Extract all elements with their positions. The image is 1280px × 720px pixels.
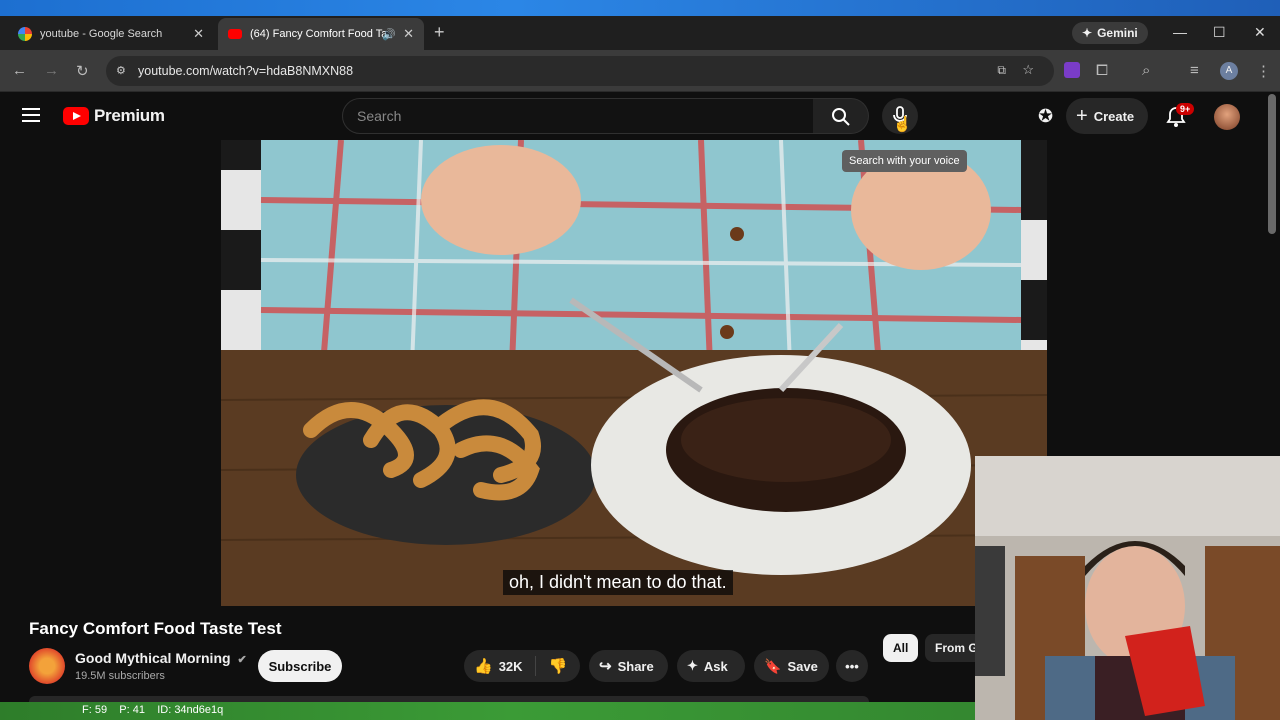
tab-google-search[interactable]: youtube - Google Search ✕ xyxy=(8,18,214,50)
hamburger-menu-icon[interactable] xyxy=(22,108,40,126)
bookmark-star-icon[interactable]: ☆ xyxy=(1022,62,1034,78)
thumbs-up-icon: 👍 xyxy=(474,658,493,675)
bookmark-icon: 🔖 xyxy=(764,657,782,674)
chip-all[interactable]: All xyxy=(883,634,919,662)
back-icon[interactable]: ← xyxy=(12,62,27,79)
share-button[interactable]: ↪ Share xyxy=(589,650,668,682)
close-window-icon[interactable]: ✕ xyxy=(1254,24,1266,41)
youtube-premium-logo[interactable]: Premium xyxy=(63,106,165,126)
url-text: youtube.com/watch?v=hdaB8NMXN88 xyxy=(138,64,354,78)
channel-avatar[interactable] xyxy=(29,648,65,684)
thumbs-down-icon: 👎 xyxy=(548,658,568,675)
plus-icon: + xyxy=(1076,104,1088,127)
voice-search-tooltip: Search with your voice xyxy=(842,150,967,172)
sparkle-icon: ✦ xyxy=(687,658,698,673)
channel-name-text: Good Mythical Morning xyxy=(75,650,231,666)
browser-toolbar: ← → ↻ ⚙ youtube.com/watch?v=hdaB8NMXN88 … xyxy=(0,50,1280,92)
more-actions-button[interactable]: ••• xyxy=(836,650,868,682)
webcam-feed xyxy=(975,456,1280,720)
dislike-button[interactable]: 👎 xyxy=(536,657,580,675)
tab-title: youtube - Google Search xyxy=(40,28,163,40)
new-tab-button[interactable]: + xyxy=(434,22,445,43)
menu-dots-icon[interactable]: ⋮ xyxy=(1256,62,1271,80)
youtube-play-icon xyxy=(63,107,89,125)
search-input[interactable]: Search xyxy=(342,98,814,134)
more-dots-icon: ••• xyxy=(845,658,859,674)
site-info-icon[interactable]: ⚙ xyxy=(116,64,126,77)
desktop-background-strip xyxy=(0,0,1280,16)
debug-overlay-text: F: 59 P: 41 ID: 34nd6e1q xyxy=(82,704,224,716)
ask-button[interactable]: ✦ Ask xyxy=(677,650,745,682)
like-button[interactable]: 👍 32K xyxy=(464,656,536,676)
maximize-icon[interactable]: ☐ xyxy=(1213,24,1226,41)
gemini-button[interactable]: ✦ Gemini xyxy=(1072,22,1148,44)
channel-name[interactable]: Good Mythical Morning ✔ xyxy=(75,650,247,666)
youtube-icon xyxy=(228,29,242,39)
search-button[interactable] xyxy=(813,98,869,134)
profile-avatar[interactable]: A xyxy=(1220,62,1238,80)
like-dislike-group: 👍 32K 👎 xyxy=(464,650,580,682)
tab-youtube-video[interactable]: (64) Fancy Comfort Food Ta 🔊 ✕ xyxy=(218,18,424,50)
google-lens-icon[interactable]: ⌕ xyxy=(1142,62,1150,79)
forward-icon[interactable]: → xyxy=(44,62,59,79)
share-arrow-icon: ↪ xyxy=(599,658,612,675)
browser-tab-strip: youtube - Google Search ✕ (64) Fancy Com… xyxy=(0,16,1280,50)
minimize-icon[interactable]: — xyxy=(1173,24,1187,40)
close-tab-icon[interactable]: ✕ xyxy=(403,26,414,42)
caption-text: oh, I didn't mean to do that. xyxy=(503,570,733,595)
extension-icon[interactable] xyxy=(1064,62,1080,78)
notification-badge: 9+ xyxy=(1176,103,1195,115)
sparkle-icon: ✦ xyxy=(1082,26,1093,40)
create-button[interactable]: + Create xyxy=(1066,98,1149,134)
subscriber-count: 19.5M subscribers xyxy=(75,670,165,682)
share-label: Share xyxy=(617,658,654,674)
save-button[interactable]: 🔖 Save xyxy=(754,650,829,682)
video-frame xyxy=(221,140,1047,606)
premium-sparkle-icon[interactable]: ✪ xyxy=(1038,106,1053,127)
address-bar[interactable]: ⚙ youtube.com/watch?v=hdaB8NMXN88 ⧉ ☆ xyxy=(106,56,1054,86)
subscribe-button[interactable]: Subscribe xyxy=(258,650,342,682)
audio-playing-icon[interactable]: 🔊 xyxy=(382,28,396,41)
reload-icon[interactable]: ↻ xyxy=(76,62,89,80)
create-label: Create xyxy=(1093,108,1135,124)
verified-check-icon: ✔ xyxy=(237,654,247,666)
ask-label: Ask xyxy=(703,658,728,674)
media-control-icon[interactable]: ≡ xyxy=(1190,62,1199,79)
account-avatar[interactable] xyxy=(1214,104,1240,130)
extensions-puzzle-icon[interactable]: ⧠ xyxy=(1096,62,1108,79)
tab-title: (64) Fancy Comfort Food Ta xyxy=(250,28,388,40)
mouse-cursor-icon: ☝ xyxy=(893,116,912,133)
gemini-label: Gemini xyxy=(1097,26,1138,40)
page-scrollbar[interactable] xyxy=(1268,94,1276,234)
voice-search-button[interactable]: ☝ xyxy=(882,98,918,134)
video-player[interactable] xyxy=(221,140,1047,606)
google-icon xyxy=(18,27,32,41)
like-count: 32K xyxy=(498,658,523,674)
search-icon xyxy=(832,108,850,126)
video-title: Fancy Comfort Food Taste Test xyxy=(29,619,282,638)
youtube-header: Premium Search ☝ ✪ + Create 9+ xyxy=(0,92,1280,140)
logo-text: Premium xyxy=(94,106,165,125)
webcam-overlay xyxy=(975,456,1280,720)
close-tab-icon[interactable]: ✕ xyxy=(193,26,204,42)
save-label: Save xyxy=(787,658,818,674)
install-app-icon[interactable]: ⧉ xyxy=(997,63,1006,78)
